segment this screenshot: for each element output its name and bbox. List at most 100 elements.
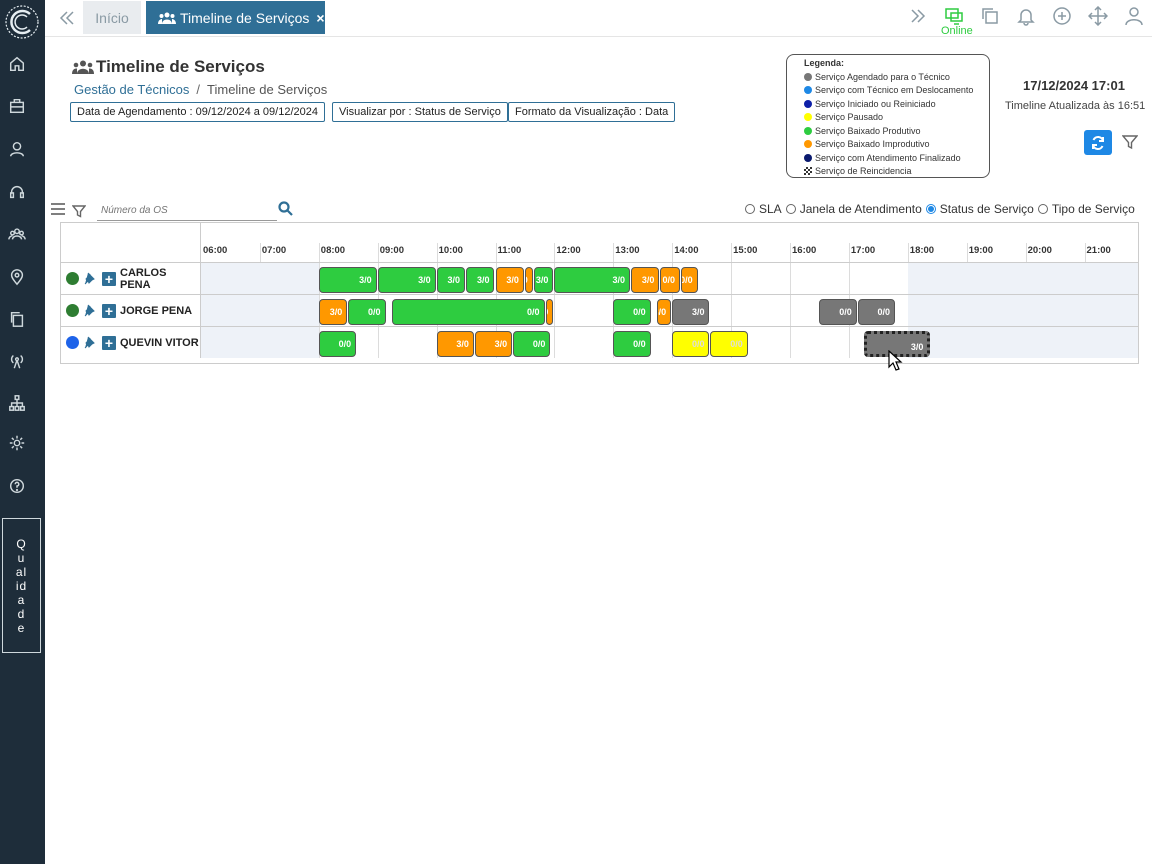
copy-windows-icon[interactable]: [980, 6, 1000, 26]
service-bar-label: 3/0: [612, 275, 625, 285]
hour-label: 06:00: [203, 245, 228, 256]
rewind-icon[interactable]: [57, 8, 77, 28]
service-bar[interactable]: 3/0: [318, 299, 348, 325]
service-bar[interactable]: 3/0: [466, 267, 495, 293]
fast-forward-icon[interactable]: [908, 6, 928, 26]
service-bar[interactable]: 0/0: [545, 299, 554, 325]
radio-janela-de-atendimento[interactable]: Janela de Atendimento: [785, 202, 922, 216]
hour-label: 07:00: [261, 245, 287, 256]
service-bar[interactable]: 0/0: [857, 299, 896, 325]
close-tab-icon[interactable]: ×: [316, 10, 324, 26]
hour-label: 18:00: [909, 245, 935, 256]
expand-plus-icon[interactable]: +: [102, 303, 116, 318]
service-bar[interactable]: 3/0: [495, 267, 524, 293]
legend-color-dot: [804, 113, 812, 122]
service-bar[interactable]: 3/0: [672, 299, 710, 325]
technician-status-dot: [66, 272, 79, 285]
service-bar[interactable]: 0/0: [318, 331, 357, 357]
os-number-search-input[interactable]: [97, 200, 277, 221]
add-circle-icon[interactable]: [1052, 6, 1072, 26]
team-icon[interactable]: [7, 224, 27, 244]
headset-icon[interactable]: [7, 182, 27, 202]
service-bar[interactable]: 3/0: [524, 267, 533, 293]
user-icon[interactable]: [7, 139, 27, 159]
service-bar-label: 3/0: [535, 275, 549, 285]
monitor-online-icon[interactable]: [944, 6, 964, 26]
org-chart-icon[interactable]: [7, 393, 27, 413]
legend-item: Serviço Baixado Improdutivo: [804, 138, 989, 152]
service-bar[interactable]: 3/0: [630, 267, 660, 293]
filter-chip-formato-visualizacao[interactable]: Formato da Visualização : Data: [508, 102, 676, 122]
radio-tipo-de-servi-o[interactable]: Tipo de Serviço: [1037, 202, 1135, 216]
legend-item: Serviço de Reincidencia: [804, 165, 989, 179]
legend-color-dot: [804, 153, 812, 162]
radio-circle[interactable]: [785, 204, 796, 214]
radio-label: SLA: [759, 202, 782, 216]
service-bar[interactable]: 0/0: [513, 331, 551, 357]
service-bar[interactable]: 3/0: [436, 267, 466, 293]
expand-plus-icon[interactable]: +: [102, 271, 116, 286]
service-bar[interactable]: 0/0: [613, 331, 651, 357]
legend-item: Serviço Iniciado ou Reiniciado: [804, 97, 989, 111]
service-bar[interactable]: 0/0: [672, 331, 710, 357]
pushpin-icon[interactable]: [84, 336, 97, 349]
expand-plus-icon[interactable]: +: [102, 335, 116, 350]
service-bar[interactable]: 0/0: [710, 331, 748, 357]
radio-sla[interactable]: SLA: [745, 202, 782, 216]
service-bar[interactable]: 0/0: [681, 267, 698, 293]
service-bar[interactable]: 3/0: [554, 267, 630, 293]
settings-gear-icon[interactable]: [7, 433, 27, 453]
qualidade-tab[interactable]: Qualidade: [2, 518, 41, 653]
radio-circle[interactable]: [745, 204, 755, 214]
documents-icon[interactable]: [7, 309, 27, 329]
pushpin-icon[interactable]: [84, 304, 97, 317]
users-icon: [158, 12, 176, 24]
pushpin-icon[interactable]: [84, 272, 97, 285]
tab-timeline-servicos[interactable]: Timeline de Serviços ×: [146, 1, 325, 34]
service-bar[interactable]: 3/0: [377, 267, 436, 293]
service-bar[interactable]: 3/0: [657, 299, 672, 325]
service-bar[interactable]: 3/0: [474, 331, 513, 357]
breadcrumb-gestao-tecnicos[interactable]: Gestão de Técnicos: [74, 82, 189, 97]
tab-inicio[interactable]: Início: [83, 1, 141, 34]
home-icon[interactable]: [7, 54, 27, 74]
radio-label: Janela de Atendimento: [799, 202, 922, 216]
service-bar-label: 0/0: [547, 307, 549, 317]
service-bar[interactable]: 0/0: [819, 299, 857, 325]
radio-circle[interactable]: [925, 204, 936, 214]
service-bar-label: 3/0: [329, 307, 343, 317]
hour-label: 16:00: [792, 245, 817, 256]
service-bar[interactable]: 3/0: [533, 267, 554, 293]
view-mode-radio-group: SLA Janela de Atendimento Status de Serviç…: [745, 202, 1139, 216]
service-bar[interactable]: 0/0: [348, 299, 386, 325]
help-icon[interactable]: [7, 476, 27, 496]
briefcase-icon[interactable]: [7, 96, 27, 116]
hamburger-menu-icon[interactable]: [51, 203, 65, 215]
legend-label: Serviço Agendado para o Técnico: [815, 71, 950, 82]
hour-label: 10:00: [438, 245, 463, 256]
user-profile-icon[interactable]: [1124, 6, 1144, 26]
service-bar[interactable]: 3/0: [318, 267, 377, 293]
radio-status-de-servi-o[interactable]: Status de Serviço: [925, 202, 1034, 216]
app-logo-icon[interactable]: [4, 4, 40, 40]
filter-chip-visualizar-por[interactable]: Visualizar por : Status de Serviço: [332, 102, 508, 122]
filter-chip-data-agendamento[interactable]: Data de Agendamento : 09/12/2024 a 09/12…: [70, 102, 325, 122]
antenna-icon[interactable]: [7, 351, 27, 371]
hour-label: 19:00: [968, 245, 993, 256]
hour-label: 15:00: [733, 245, 758, 256]
legend-box: Legenda: Serviço Agendado para o Técnico…: [786, 54, 990, 178]
service-bar[interactable]: 0/0: [392, 299, 545, 325]
search-icon[interactable]: [278, 201, 293, 216]
filter-icon[interactable]: [1121, 134, 1140, 152]
service-bar[interactable]: 3/0: [436, 331, 474, 357]
bell-icon[interactable]: [1016, 6, 1036, 26]
move-arrows-icon[interactable]: [1087, 5, 1109, 27]
timeline-updated-text: Timeline Atualizada às 16:51: [1005, 100, 1146, 112]
service-bar[interactable]: 0/0: [660, 267, 681, 293]
service-bar[interactable]: 0/0: [613, 299, 651, 325]
list-filter-icon[interactable]: [71, 204, 87, 218]
refresh-button[interactable]: [1084, 130, 1112, 155]
radio-circle[interactable]: [1037, 204, 1048, 214]
technician-name: JORGE PENA: [120, 304, 193, 317]
location-pin-icon[interactable]: [7, 267, 27, 287]
